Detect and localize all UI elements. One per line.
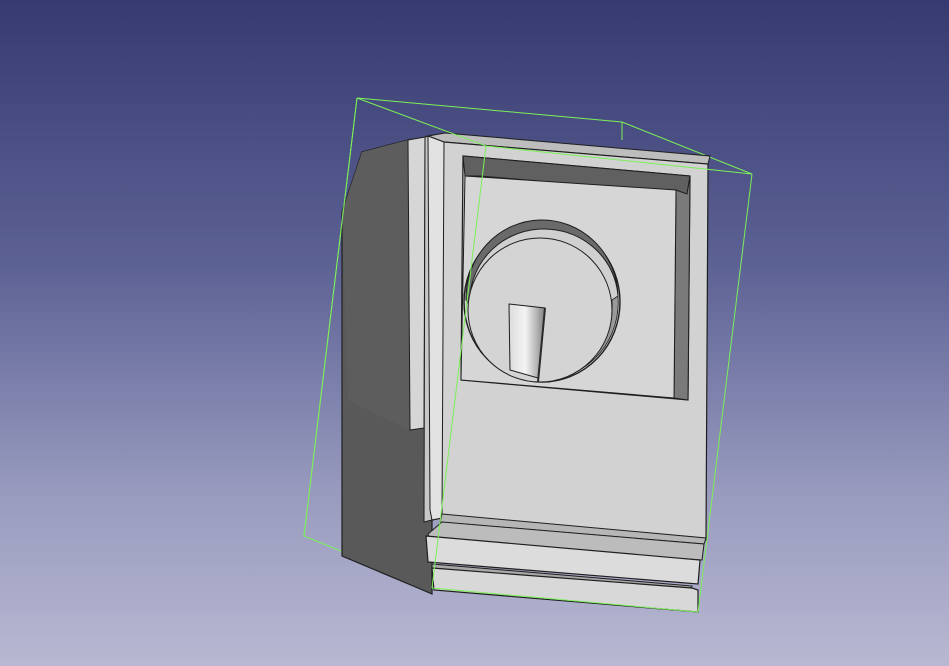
- bore-pin[interactable]: [508, 303, 546, 383]
- 3d-viewport[interactable]: [0, 0, 949, 666]
- part-left-side[interactable]: [341, 134, 433, 595]
- circular-bore[interactable]: [463, 219, 621, 383]
- 3d-scene[interactable]: [0, 0, 949, 666]
